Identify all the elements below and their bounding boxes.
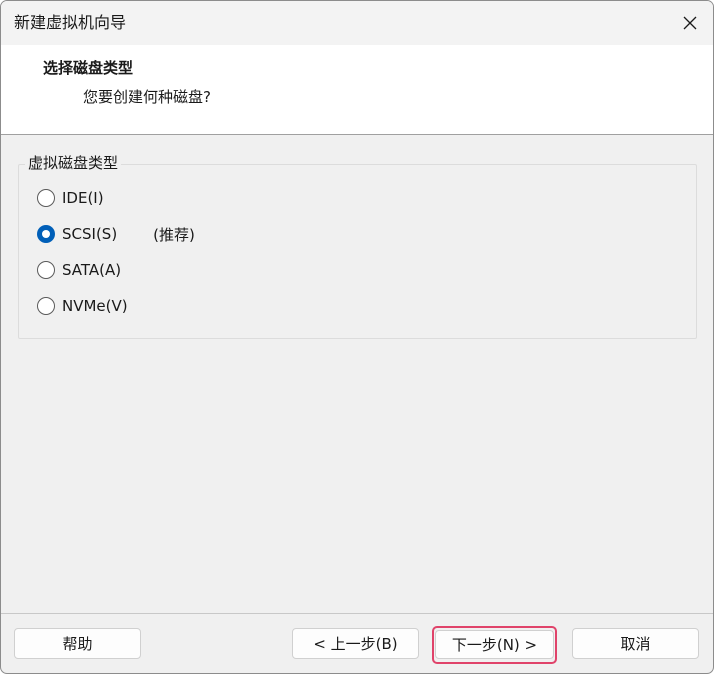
close-button[interactable]	[667, 1, 713, 45]
radio-label-ide: IDE(I)	[62, 189, 104, 207]
back-button[interactable]: < 上一步(B)	[292, 628, 419, 659]
next-button[interactable]: 下一步(N) >	[435, 630, 554, 659]
wizard-header: 选择磁盘类型 您要创建何种磁盘?	[1, 45, 713, 134]
recommended-note: (推荐)	[153, 225, 195, 244]
step-title: 选择磁盘类型	[43, 59, 134, 77]
radio-button-scsi[interactable]	[37, 225, 55, 243]
radio-button-sata[interactable]	[37, 261, 55, 279]
radio-scsi[interactable]: SCSI(S) (推荐)	[37, 223, 195, 245]
radio-button-ide[interactable]	[37, 189, 55, 207]
radio-label-sata: SATA(A)	[62, 261, 122, 279]
close-icon	[683, 16, 697, 30]
help-button[interactable]: 帮助	[14, 628, 141, 659]
new-vm-wizard-dialog: 新建虚拟机向导 选择磁盘类型 您要创建何种磁盘? 虚拟磁盘类型 IDE(I) S…	[0, 0, 714, 674]
step-subtitle: 您要创建何种磁盘?	[83, 88, 211, 106]
footer-divider	[1, 613, 713, 614]
radio-button-nvme[interactable]	[37, 297, 55, 315]
radio-ide[interactable]: IDE(I)	[37, 187, 104, 209]
radio-label-nvme: NVMe(V)	[62, 297, 128, 315]
disk-type-group-label: 虚拟磁盘类型	[25, 153, 122, 173]
radio-sata[interactable]: SATA(A)	[37, 259, 121, 281]
window-title: 新建虚拟机向导	[14, 13, 127, 32]
header-divider	[1, 134, 713, 135]
radio-nvme[interactable]: NVMe(V)	[37, 295, 128, 317]
radio-label-scsi: SCSI(S)	[62, 225, 118, 243]
title-bar: 新建虚拟机向导	[1, 1, 713, 45]
cancel-button[interactable]: 取消	[572, 628, 699, 659]
